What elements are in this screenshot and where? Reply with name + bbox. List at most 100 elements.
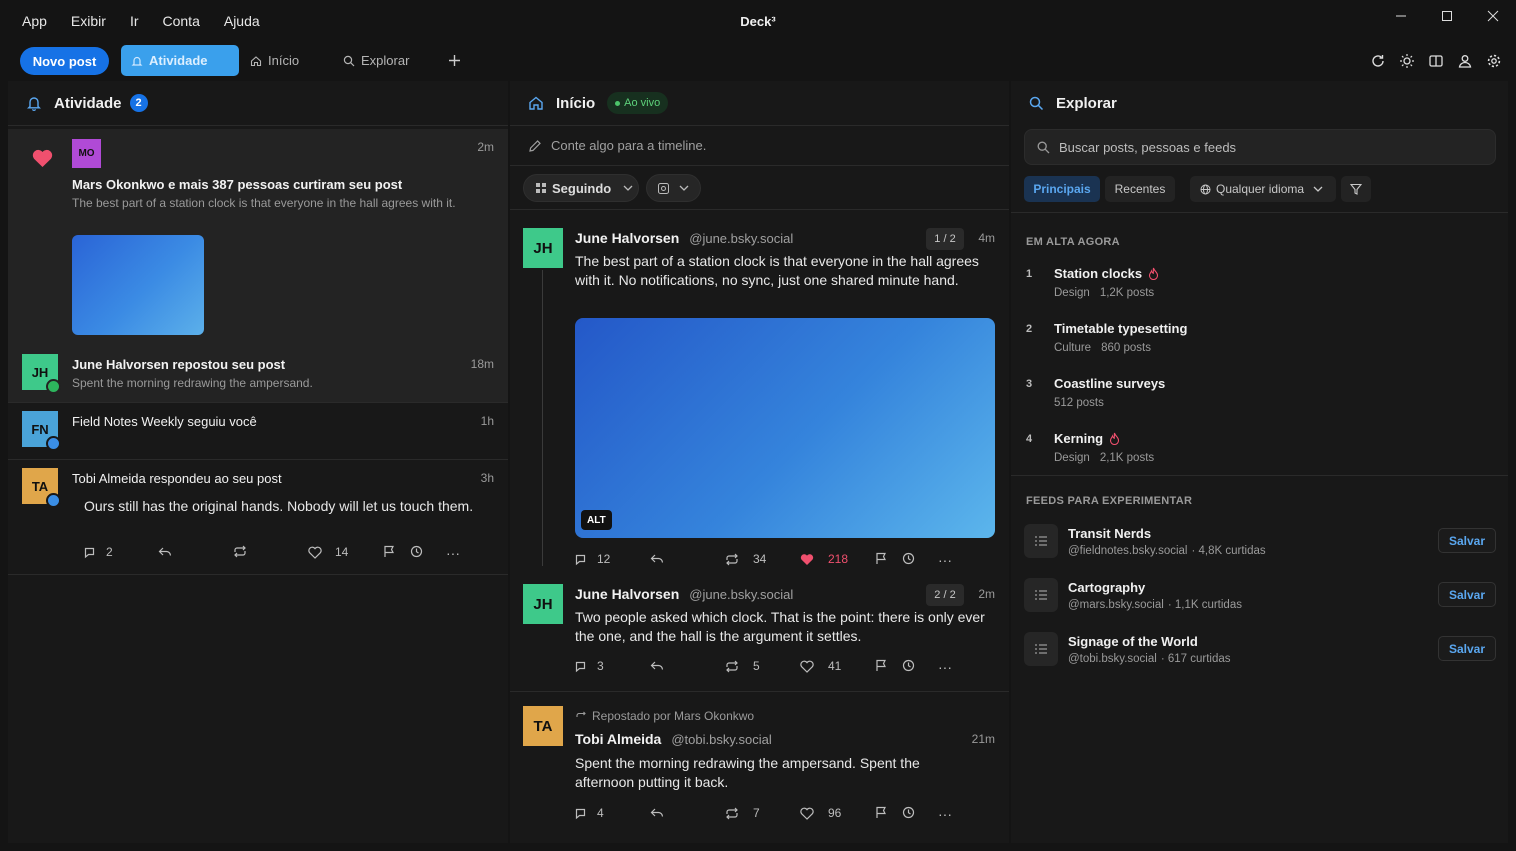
comment-icon	[575, 554, 586, 565]
explore-search-input[interactable]: Buscar posts, pessoas e feeds	[1024, 129, 1496, 165]
flag-button[interactable]	[875, 806, 888, 819]
post[interactable]: JH June Halvorsen @june.bsky.social 2 / …	[510, 566, 1009, 692]
menu-go[interactable]: Ir	[120, 0, 149, 42]
like-button[interactable]: 14	[308, 545, 348, 559]
reply-count-button[interactable]: 3	[575, 659, 604, 673]
author-name[interactable]: June Halvorsen	[575, 586, 679, 602]
feed-suggestion[interactable]: Signage of the World @tobi.bsky.social ·…	[1011, 622, 1508, 676]
settings-button[interactable]	[1486, 53, 1502, 69]
feed-suggestion[interactable]: Cartography @mars.bsky.social · 1,1K cur…	[1011, 568, 1508, 622]
notification-title: June Halvorsen repostou seu post	[72, 357, 286, 372]
media-filter-select[interactable]	[646, 174, 701, 202]
theme-button[interactable]	[1399, 53, 1415, 69]
reply-button[interactable]	[158, 545, 172, 558]
menu-help[interactable]: Ajuda	[214, 0, 270, 42]
save-feed-button[interactable]: Salvar	[1438, 636, 1496, 661]
avatar[interactable]: TA	[523, 706, 563, 746]
more-button[interactable]: ···	[938, 806, 952, 822]
notification-like[interactable]: MO Mars Okonkwo e mais 387 pessoas curti…	[8, 129, 508, 352]
post-image-thumbnail[interactable]	[72, 235, 204, 335]
save-feed-button[interactable]: Salvar	[1438, 582, 1496, 607]
like-button[interactable]: 96	[800, 806, 841, 820]
trend-name: Coastline surveys	[1054, 376, 1166, 391]
like-button[interactable]: 218	[800, 552, 848, 566]
close-button[interactable]	[1470, 0, 1516, 32]
flag-icon	[876, 659, 886, 671]
author-name[interactable]: June Halvorsen	[575, 230, 679, 246]
schedule-button[interactable]	[902, 806, 915, 819]
like-button[interactable]: 41	[800, 659, 841, 673]
reply-button[interactable]	[650, 806, 664, 819]
maximize-button[interactable]	[1424, 0, 1470, 32]
tab-home[interactable]: Início	[250, 45, 299, 76]
tab-activity[interactable]: Atividade	[121, 45, 239, 76]
filter-recent[interactable]: Recentes	[1105, 176, 1175, 202]
repost-by-label[interactable]: Repostado por Mars Okonkwo	[592, 709, 754, 723]
like-count: 96	[828, 806, 842, 820]
new-post-button[interactable]: Novo post	[20, 47, 109, 75]
filter-button[interactable]	[1341, 176, 1371, 202]
menu-view[interactable]: Exibir	[61, 0, 116, 42]
author-handle[interactable]: @tobi.bsky.social	[671, 732, 771, 747]
trending-item[interactable]: 1 Station clocks Design 1,2K posts	[1011, 261, 1508, 316]
avatar[interactable]: JH	[523, 228, 563, 268]
reply-count-button[interactable]: 12	[575, 552, 610, 566]
trending-item[interactable]: 3 Coastline surveys 512 posts	[1011, 371, 1508, 426]
add-column-button[interactable]	[448, 45, 461, 76]
trending-item[interactable]: 4 Kerning Design 2,1K posts	[1011, 426, 1508, 481]
notification-snippet: Spent the morning redrawing the ampersan…	[72, 376, 313, 390]
notification-reply[interactable]: TA Tobi Almeida respondeu ao seu post Ou…	[8, 460, 508, 575]
layout-button[interactable]	[1428, 53, 1444, 69]
account-button[interactable]	[1457, 53, 1473, 69]
feed-likes: · 4,8K curtidas	[1191, 545, 1266, 557]
feed-suggestion[interactable]: Transit Nerds @fieldnotes.bsky.social · …	[1011, 514, 1508, 568]
reply-button[interactable]	[650, 552, 664, 565]
reply-count-button[interactable]: 2	[84, 545, 113, 559]
post-image[interactable]: ALT	[575, 318, 995, 538]
composer[interactable]: Conte algo para a timeline.	[510, 126, 1009, 166]
reply-button[interactable]	[650, 659, 664, 672]
save-feed-button[interactable]: Salvar	[1438, 528, 1496, 553]
trend-rank: 2	[1026, 323, 1033, 335]
flag-button[interactable]	[875, 659, 888, 672]
menu-app[interactable]: App	[12, 0, 57, 42]
schedule-button[interactable]	[410, 545, 423, 558]
post-text: Spent the morning redrawing the ampersan…	[575, 755, 920, 790]
author-handle[interactable]: @june.bsky.social	[689, 587, 793, 602]
reply-count-button[interactable]: 4	[575, 806, 604, 820]
repost-button[interactable]: 34	[725, 552, 766, 566]
feed-select[interactable]: Seguindo	[523, 174, 639, 202]
language-select[interactable]: Qualquer idioma	[1190, 176, 1336, 202]
notification-follow[interactable]: FN Field Notes Weekly seguiu você 1h	[8, 403, 508, 460]
activity-column: Atividade 2 MO Mars Okonkwo e mais 387 p…	[8, 81, 508, 843]
flag-button[interactable]	[383, 545, 396, 558]
repost-button[interactable]	[233, 545, 247, 558]
avatar[interactable]: MO	[72, 139, 101, 168]
notification-repost[interactable]: JH June Halvorsen repostou seu post Spen…	[8, 352, 508, 403]
menu-account[interactable]: Conta	[153, 0, 210, 42]
tab-explore[interactable]: Explorar	[343, 45, 409, 76]
trending-item[interactable]: 2 Timetable typesetting Culture 860 post…	[1011, 316, 1508, 371]
more-button[interactable]: ···	[446, 545, 460, 561]
post[interactable]: JH June Halvorsen @june.bsky.social 1 / …	[510, 210, 1009, 568]
post[interactable]: TA Repostado por Mars Okonkwo Tobi Almei…	[510, 692, 1009, 843]
activity-header: Atividade 2	[8, 81, 508, 126]
refresh-button[interactable]	[1370, 53, 1386, 69]
live-label: Ao vivo	[624, 97, 661, 109]
explore-title: Explorar	[1056, 95, 1117, 112]
repost-button[interactable]: 5	[725, 659, 760, 673]
repost-button[interactable]: 7	[725, 806, 760, 820]
avatar[interactable]: JH	[523, 584, 563, 624]
flag-button[interactable]	[875, 552, 888, 565]
author-name[interactable]: Tobi Almeida	[575, 731, 661, 747]
minimize-button[interactable]	[1378, 0, 1424, 32]
filter-top[interactable]: Principais	[1024, 176, 1100, 202]
schedule-button[interactable]	[902, 659, 915, 672]
reply-text: Ours still has the original hands. Nobod…	[84, 498, 474, 514]
image-icon	[658, 182, 669, 194]
trend-category: Design	[1054, 452, 1090, 464]
schedule-button[interactable]	[902, 552, 915, 565]
alt-badge[interactable]: ALT	[581, 510, 612, 530]
more-button[interactable]: ···	[938, 659, 952, 675]
author-handle[interactable]: @june.bsky.social	[689, 231, 793, 246]
